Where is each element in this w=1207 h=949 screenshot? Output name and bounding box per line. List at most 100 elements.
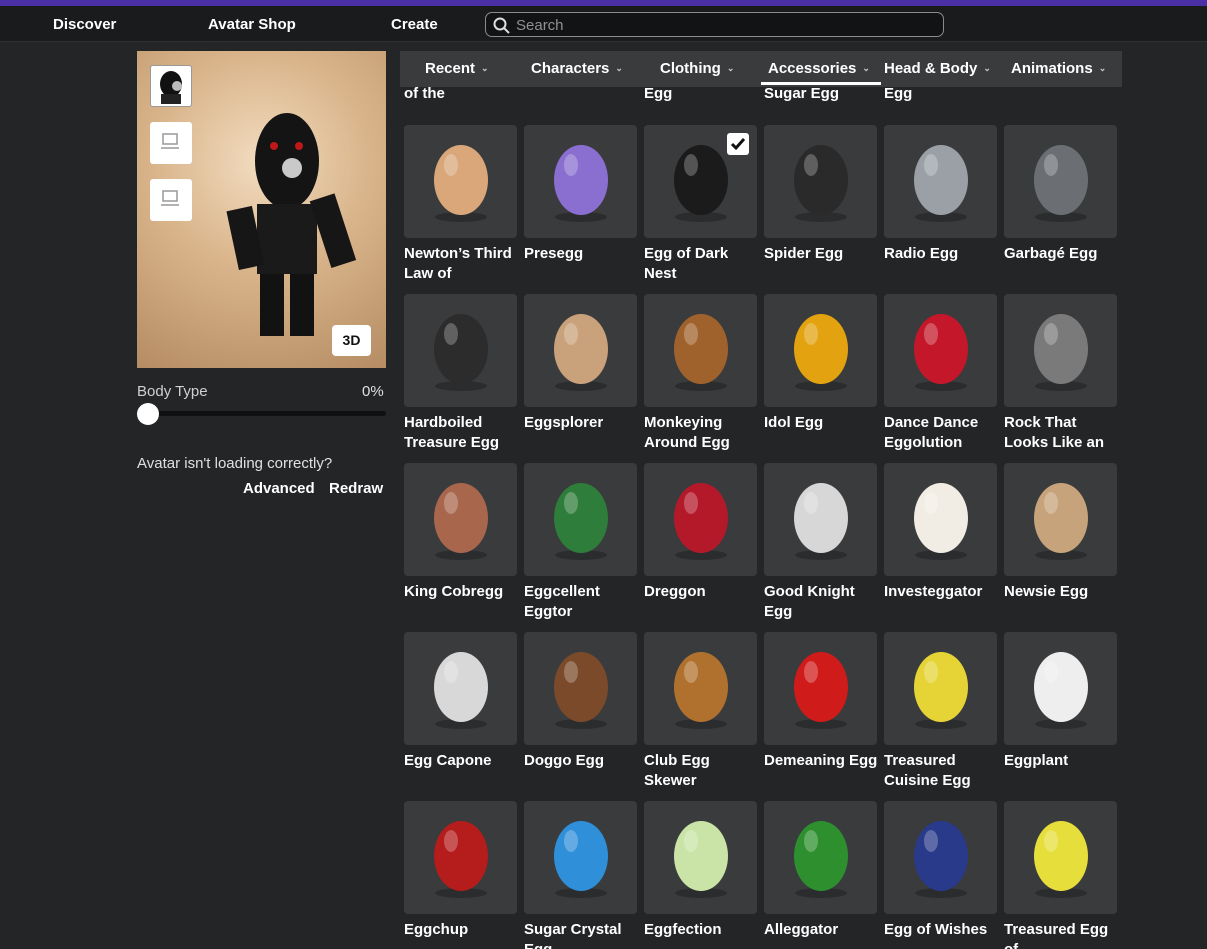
item-card[interactable]: Good Knight Egg — [764, 463, 878, 622]
item-thumbnail[interactable] — [524, 125, 637, 238]
item-card[interactable]: Egg Capone — [404, 632, 518, 791]
item-name[interactable]: Dance Dance Eggolution — [884, 413, 1000, 453]
item-name[interactable]: Spider Egg — [764, 244, 880, 284]
item-card[interactable]: Presegg — [524, 125, 638, 284]
item-thumbnail[interactable] — [1004, 801, 1117, 914]
item-name[interactable]: Eggsplorer — [524, 413, 640, 453]
item-thumbnail[interactable] — [524, 463, 637, 576]
item-name[interactable]: Dreggon — [644, 582, 760, 622]
item-name[interactable]: Demeaning Egg — [764, 751, 880, 791]
avatar-preview[interactable]: 3D — [137, 51, 386, 368]
item-card[interactable]: Radio Egg — [884, 125, 998, 284]
item-thumbnail[interactable] — [644, 125, 757, 238]
item-name[interactable]: Egg of Dark Nest — [644, 244, 760, 284]
item-thumbnail[interactable] — [884, 632, 997, 745]
item-card[interactable]: King Cobregg — [404, 463, 518, 622]
item-card[interactable]: Hardboiled Treasure Egg — [404, 294, 518, 453]
item-card[interactable]: Eggfection — [644, 801, 758, 949]
item-card[interactable]: Eggsplorer — [524, 294, 638, 453]
item-card[interactable]: Newton’s Third Law of — [404, 125, 518, 284]
avatar-thumbnail-empty-2[interactable] — [150, 179, 192, 221]
item-card[interactable]: Eggcellent Eggtor — [524, 463, 638, 622]
item-card[interactable]: Egg of Dark Nest — [644, 125, 758, 284]
item-name[interactable]: Presegg — [524, 244, 640, 284]
avatar-thumbnail-empty-1[interactable] — [150, 122, 192, 164]
item-card[interactable]: Spider Egg — [764, 125, 878, 284]
selected-checkmark-icon[interactable] — [727, 133, 749, 155]
item-thumbnail[interactable] — [1004, 294, 1117, 407]
item-card[interactable]: Sugar Crystal Egg — [524, 801, 638, 949]
item-thumbnail[interactable] — [644, 294, 757, 407]
item-thumbnail[interactable] — [524, 632, 637, 745]
item-name[interactable]: Eggplant — [1004, 751, 1120, 791]
item-thumbnail[interactable] — [524, 294, 637, 407]
item-thumbnail[interactable] — [524, 801, 637, 914]
item-name[interactable]: Newton’s Third Law of — [404, 244, 520, 284]
item-name[interactable]: Monkeying Around Egg — [644, 413, 760, 453]
item-card[interactable]: Eggchup — [404, 801, 518, 949]
item-name[interactable]: Investeggator — [884, 582, 1000, 622]
item-card[interactable]: Egg of Wishes — [884, 801, 998, 949]
nav-discover[interactable]: Discover — [53, 16, 116, 33]
item-name[interactable]: Eggcellent Eggtor — [524, 582, 640, 622]
item-thumbnail[interactable] — [404, 801, 517, 914]
tab-head-body[interactable]: Head & Body ⌄ — [884, 60, 991, 77]
item-thumbnail[interactable] — [764, 463, 877, 576]
item-thumbnail[interactable] — [764, 125, 877, 238]
redraw-link[interactable]: Redraw — [329, 480, 383, 497]
item-name[interactable]: Treasured Cuisine Egg — [884, 751, 1000, 791]
item-name[interactable]: Eggfection — [644, 920, 760, 949]
item-thumbnail[interactable] — [644, 463, 757, 576]
item-card[interactable]: Newsie Egg — [1004, 463, 1118, 622]
item-card[interactable]: Doggo Egg — [524, 632, 638, 791]
advanced-link[interactable]: Advanced — [243, 480, 315, 497]
avatar-thumbnail-selected[interactable] — [150, 65, 192, 107]
item-thumbnail[interactable] — [764, 801, 877, 914]
item-card[interactable]: Investeggator — [884, 463, 998, 622]
item-card[interactable]: Demeaning Egg — [764, 632, 878, 791]
item-card[interactable]: Eggplant — [1004, 632, 1118, 791]
item-name[interactable]: Hardboiled Treasure Egg — [404, 413, 520, 453]
item-thumbnail[interactable] — [644, 632, 757, 745]
item-thumbnail[interactable] — [764, 632, 877, 745]
item-card[interactable]: Club Egg Skewer — [644, 632, 758, 791]
item-thumbnail[interactable] — [1004, 125, 1117, 238]
item-name[interactable]: Radio Egg — [884, 244, 1000, 284]
item-thumbnail[interactable] — [404, 294, 517, 407]
item-name[interactable]: Egg of Wishes — [884, 920, 1000, 949]
item-thumbnail[interactable] — [404, 463, 517, 576]
item-name[interactable]: Doggo Egg — [524, 751, 640, 791]
search-input[interactable] — [516, 15, 916, 35]
item-card[interactable]: Dance Dance Eggolution — [884, 294, 998, 453]
item-name[interactable]: Alleggator — [764, 920, 880, 949]
item-card[interactable]: Monkeying Around Egg — [644, 294, 758, 453]
nav-create[interactable]: Create — [391, 16, 438, 33]
item-name[interactable]: Rock That Looks Like an — [1004, 413, 1120, 453]
tab-characters[interactable]: Characters ⌄ — [531, 60, 623, 77]
item-name[interactable]: Treasured Egg of — [1004, 920, 1120, 949]
item-name[interactable]: Club Egg Skewer — [644, 751, 760, 791]
tab-clothing[interactable]: Clothing ⌄ — [660, 60, 734, 77]
item-name[interactable]: Idol Egg — [764, 413, 880, 453]
item-name[interactable]: Eggchup — [404, 920, 520, 949]
item-name[interactable]: Egg Capone — [404, 751, 520, 791]
body-type-slider-handle[interactable] — [137, 403, 159, 425]
item-name[interactable]: Newsie Egg — [1004, 582, 1120, 622]
item-card[interactable]: Treasured Cuisine Egg — [884, 632, 998, 791]
item-thumbnail[interactable] — [884, 463, 997, 576]
item-thumbnail[interactable] — [884, 294, 997, 407]
item-thumbnail[interactable] — [1004, 632, 1117, 745]
item-thumbnail[interactable] — [764, 294, 877, 407]
item-thumbnail[interactable] — [884, 801, 997, 914]
item-name[interactable]: Sugar Crystal Egg — [524, 920, 640, 949]
tab-recent[interactable]: Recent ⌄ — [425, 60, 489, 77]
item-card[interactable]: Treasured Egg of — [1004, 801, 1118, 949]
item-thumbnail[interactable] — [644, 801, 757, 914]
item-name[interactable]: Good Knight Egg — [764, 582, 880, 622]
tab-accessories[interactable]: Accessories ⌄ — [768, 60, 870, 77]
item-thumbnail[interactable] — [884, 125, 997, 238]
tab-animations[interactable]: Animations ⌄ — [1011, 60, 1106, 77]
search-box[interactable] — [485, 12, 944, 37]
item-card[interactable]: Garbagé Egg — [1004, 125, 1118, 284]
item-card[interactable]: Dreggon — [644, 463, 758, 622]
